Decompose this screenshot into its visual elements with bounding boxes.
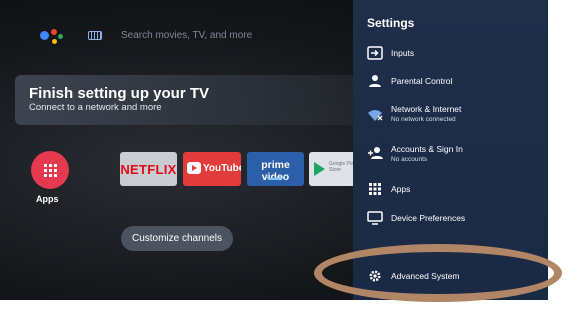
search-input[interactable]: Search movies, TV, and more <box>121 30 252 41</box>
highlight-annotation-ring <box>314 244 562 302</box>
apps-button[interactable] <box>31 151 69 189</box>
settings-item-sublabel: No accounts <box>391 156 428 163</box>
google-assistant-icon[interactable] <box>40 25 66 49</box>
settings-item-inputs[interactable]: Inputs <box>353 44 548 64</box>
netflix-logo: NETFLIX <box>120 162 177 177</box>
apps-grid-icon <box>369 183 381 195</box>
apps-grid-icon <box>43 163 57 177</box>
apps-label: Apps <box>36 194 59 204</box>
input-icon <box>367 46 383 60</box>
keyboard-icon[interactable] <box>88 31 102 40</box>
settings-item-label: Parental Control <box>391 76 453 86</box>
settings-item-network[interactable]: Network & Internet No network connected <box>353 102 548 128</box>
settings-item-sublabel: No network connected <box>391 116 456 123</box>
settings-item-apps[interactable]: Apps <box>353 179 548 199</box>
google-play-icon <box>314 162 325 176</box>
setup-card-subtitle: Connect to a network and more <box>29 102 162 113</box>
customize-channels-button[interactable]: Customize channels <box>121 226 233 251</box>
settings-item-label: Device Preferences <box>391 213 466 223</box>
add-person-icon <box>368 147 383 159</box>
setup-card-title: Finish setting up your TV <box>29 85 209 102</box>
prime-video-tile[interactable]: prime video <box>247 152 304 186</box>
settings-item-device-preferences[interactable]: Device Preferences <box>353 208 548 228</box>
youtube-logo: YouTube <box>203 163 241 174</box>
netflix-tile[interactable]: NETFLIX <box>120 152 177 186</box>
wifi-icon <box>368 110 383 121</box>
settings-title: Settings <box>367 16 415 30</box>
person-icon <box>369 75 381 87</box>
settings-item-label: Accounts & Sign In <box>391 144 463 154</box>
setup-card[interactable]: Finish setting up your TV Connect to a n… <box>15 75 355 125</box>
tv-icon <box>367 211 383 225</box>
settings-item-accounts[interactable]: Accounts & Sign In No accounts <box>353 140 548 166</box>
settings-item-parental-control[interactable]: Parental Control <box>353 72 548 92</box>
settings-item-label: Network & Internet <box>391 104 462 114</box>
youtube-tile[interactable]: YouTube <box>183 152 241 186</box>
settings-item-label: Inputs <box>391 48 415 58</box>
settings-item-label: Apps <box>391 184 411 194</box>
